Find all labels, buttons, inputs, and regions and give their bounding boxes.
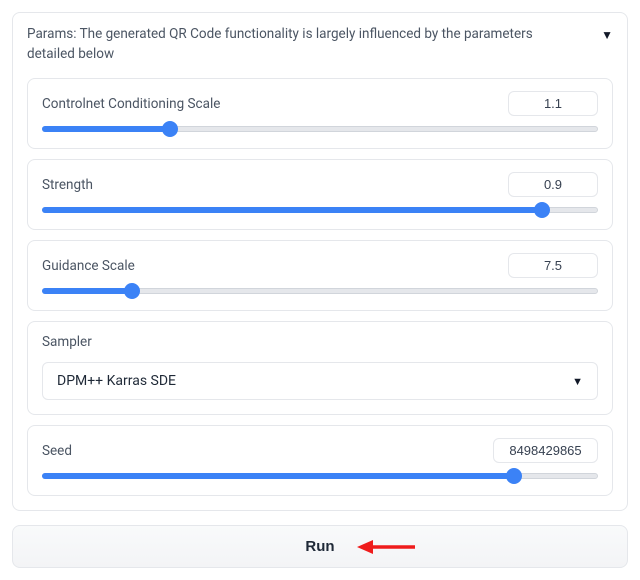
controlnet-label: Controlnet Conditioning Scale xyxy=(42,96,220,112)
controlnet-slider-thumb[interactable] xyxy=(162,121,178,137)
sampler-selected-value: DPM++ Karras SDE xyxy=(57,373,176,389)
seed-slider-fill xyxy=(42,473,513,479)
seed-slider[interactable] xyxy=(42,473,598,479)
seed-card: Seed xyxy=(27,425,613,496)
seed-label: Seed xyxy=(42,443,72,459)
strength-value-input[interactable] xyxy=(508,172,598,197)
guidance-value-input[interactable] xyxy=(508,253,598,278)
guidance-label: Guidance Scale xyxy=(42,258,135,274)
guidance-slider[interactable] xyxy=(42,288,598,294)
strength-label: Strength xyxy=(42,177,93,193)
guidance-slider-thumb[interactable] xyxy=(124,283,140,299)
strength-card: Strength xyxy=(27,159,613,230)
run-button-label: Run xyxy=(305,538,334,555)
caret-down-icon: ▼ xyxy=(572,375,583,388)
params-panel: Params: The generated QR Code functional… xyxy=(12,12,628,511)
sampler-card: Sampler DPM++ Karras SDE ▼ xyxy=(27,321,613,415)
strength-slider[interactable] xyxy=(42,207,598,213)
guidance-slider-fill xyxy=(42,288,131,294)
controlnet-value-input[interactable] xyxy=(508,91,598,116)
guidance-card: Guidance Scale xyxy=(27,240,613,311)
panel-title: Params: The generated QR Code functional… xyxy=(27,25,567,64)
seed-value-input[interactable] xyxy=(493,438,598,463)
run-button[interactable]: Run xyxy=(12,525,628,568)
seed-slider-thumb[interactable] xyxy=(506,468,522,484)
red-arrow-annotation xyxy=(357,537,417,557)
controlnet-slider[interactable] xyxy=(42,126,598,132)
strength-slider-fill xyxy=(42,207,541,213)
sampler-select[interactable]: DPM++ Karras SDE ▼ xyxy=(42,362,598,400)
caret-down-icon: ▼ xyxy=(601,27,613,44)
controlnet-card: Controlnet Conditioning Scale xyxy=(27,78,613,149)
panel-header[interactable]: Params: The generated QR Code functional… xyxy=(27,25,613,64)
strength-slider-thumb[interactable] xyxy=(534,202,550,218)
sampler-label: Sampler xyxy=(42,334,598,350)
controlnet-slider-fill xyxy=(42,126,169,132)
